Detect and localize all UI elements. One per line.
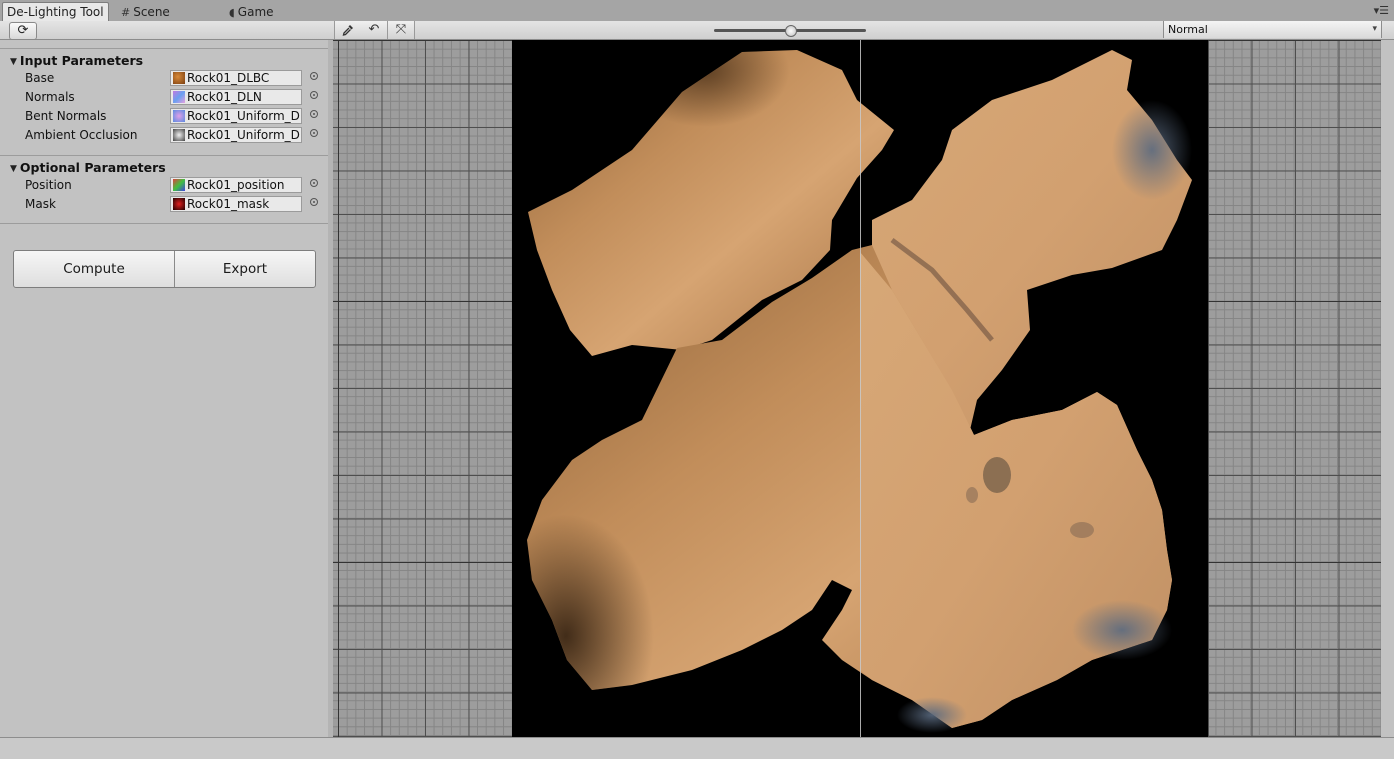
view-mode-dropdown[interactable]: Normal ▾ <box>1163 21 1382 38</box>
input-parameters-foldout[interactable]: ▼ Input Parameters <box>10 53 143 68</box>
section-title: Input Parameters <box>19 53 144 68</box>
texture-thumbnail <box>173 198 185 210</box>
tab-label: Scene <box>133 5 170 19</box>
tab-label: Game <box>237 5 274 19</box>
tab-bar: De-Lighting Tool # Scene ◖ Game ▾☰ <box>0 0 1394 22</box>
eyedropper-icon <box>342 25 353 36</box>
object-field-value: Rock01_DLBC <box>187 71 270 85</box>
object-field-value: Rock01_Uniform_D <box>187 128 300 142</box>
tab-scene[interactable]: # Scene <box>121 3 170 21</box>
eyedropper-button[interactable] <box>334 21 362 39</box>
toolbar: ⟳ ↶ ⤧ Normal ▾ <box>0 21 1394 40</box>
texture-preview-image <box>512 40 1208 737</box>
property-label: Mask <box>25 197 56 211</box>
object-picker-icon[interactable] <box>310 198 318 206</box>
tab-label: De-Lighting Tool <box>7 5 104 19</box>
foldout-arrow-icon: ▼ <box>10 57 17 67</box>
object-field-value: Rock01_DLN <box>187 90 262 104</box>
property-row-bent-normals: Bent Normals Rock01_Uniform_D <box>0 107 328 126</box>
tab-game[interactable]: ◖ Game <box>229 3 274 21</box>
object-picker-icon[interactable] <box>310 72 318 80</box>
export-button[interactable]: Export <box>175 251 315 287</box>
compute-button[interactable]: Compute <box>14 251 175 287</box>
divider <box>0 223 328 224</box>
refresh-icon: ⟳ <box>17 23 29 38</box>
fit-view-button[interactable]: ⤧ <box>388 21 415 39</box>
optional-parameters-foldout[interactable]: ▼ Optional Parameters <box>10 160 166 175</box>
tab-menu-icon[interactable]: ▾☰ <box>1374 4 1389 17</box>
object-field-value: Rock01_mask <box>187 197 270 211</box>
texture-thumbnail <box>173 110 185 122</box>
texture-preview-viewport[interactable] <box>333 40 1381 737</box>
undo-icon: ↶ <box>368 22 380 37</box>
property-row-position: Position Rock01_position <box>0 176 328 195</box>
object-field-ambient-occlusion[interactable]: Rock01_Uniform_D <box>170 127 302 143</box>
object-field-value: Rock01_position <box>187 178 285 192</box>
undo-button[interactable]: ↶ <box>361 21 388 39</box>
texture-thumbnail <box>173 129 185 141</box>
object-field-normals[interactable]: Rock01_DLN <box>170 89 302 105</box>
property-label: Ambient Occlusion <box>25 128 138 142</box>
texture-thumbnail <box>173 72 185 84</box>
fit-view-icon: ⤧ <box>395 22 407 37</box>
property-label: Bent Normals <box>25 109 107 123</box>
property-row-mask: Mask Rock01_mask <box>0 195 328 214</box>
tab-de-lighting-tool[interactable]: De-Lighting Tool <box>2 2 109 22</box>
property-row-ambient-occlusion: Ambient Occlusion Rock01_Uniform_D <box>0 126 328 145</box>
object-field-mask[interactable]: Rock01_mask <box>170 196 302 212</box>
view-mode-value: Normal <box>1168 23 1208 36</box>
parameters-panel: ▼ Input Parameters Base Rock01_DLBC Norma… <box>0 40 329 737</box>
grid-icon: # <box>121 6 131 19</box>
property-label: Base <box>25 71 55 85</box>
property-row-normals: Normals Rock01_DLN <box>0 88 328 107</box>
object-field-base[interactable]: Rock01_DLBC <box>170 70 302 86</box>
compare-split-line[interactable] <box>860 40 861 737</box>
action-button-group: Compute Export <box>13 250 316 288</box>
status-bar <box>0 737 1394 759</box>
property-row-base: Base Rock01_DLBC <box>0 69 328 88</box>
property-label: Position <box>25 178 72 192</box>
pacman-icon: ◖ <box>229 6 235 19</box>
texture-thumbnail <box>173 179 185 191</box>
object-field-bent-normals[interactable]: Rock01_Uniform_D <box>170 108 302 124</box>
texture-thumbnail <box>173 91 185 103</box>
object-field-value: Rock01_Uniform_D <box>187 109 300 123</box>
chevron-down-icon: ▾ <box>1372 24 1377 34</box>
object-picker-icon[interactable] <box>310 179 318 187</box>
object-field-position[interactable]: Rock01_position <box>170 177 302 193</box>
divider <box>0 155 328 156</box>
property-label: Normals <box>25 90 75 104</box>
foldout-arrow-icon: ▼ <box>10 164 17 174</box>
zoom-slider[interactable] <box>714 25 866 37</box>
viewport-margin <box>1381 40 1394 737</box>
divider <box>0 48 328 49</box>
object-picker-icon[interactable] <box>310 110 318 118</box>
zoom-slider-thumb[interactable] <box>785 25 797 37</box>
refresh-button[interactable]: ⟳ <box>9 22 37 40</box>
object-picker-icon[interactable] <box>310 129 318 137</box>
section-title: Optional Parameters <box>19 160 166 175</box>
object-picker-icon[interactable] <box>310 91 318 99</box>
